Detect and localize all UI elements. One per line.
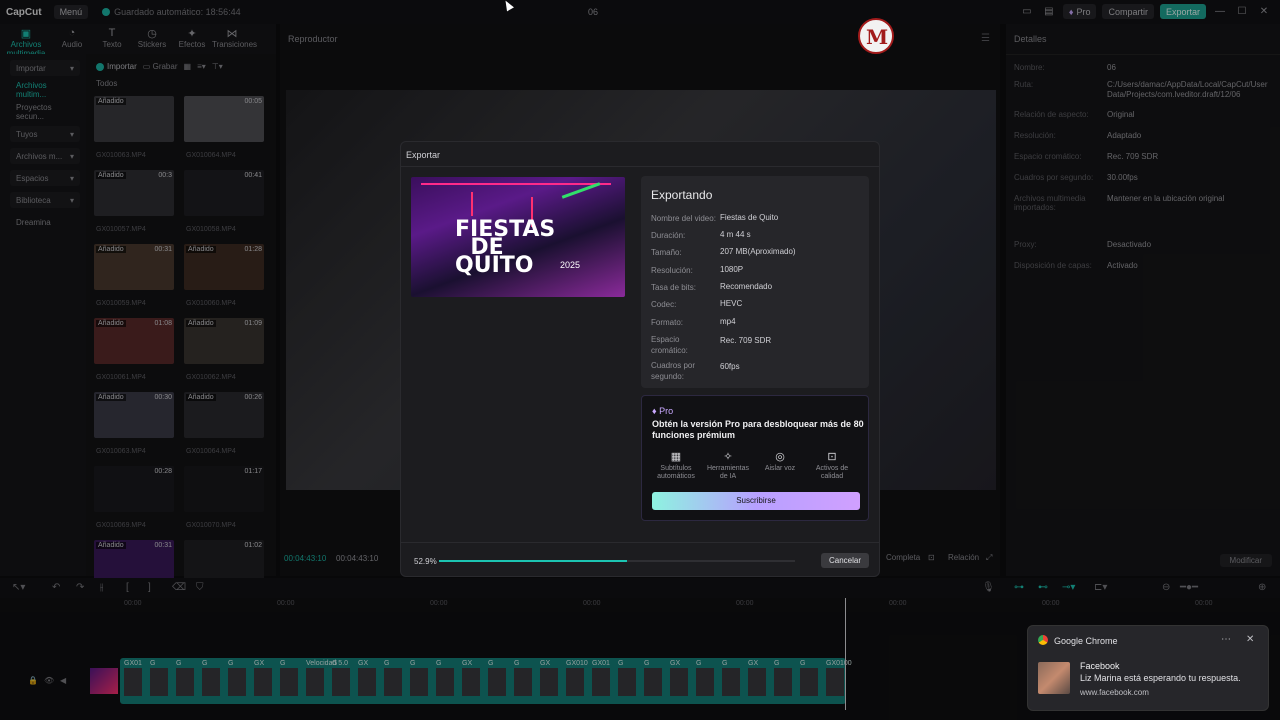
export-info-label: Tasa de bits: <box>651 283 696 292</box>
notification-app: Google Chrome <box>1054 636 1118 646</box>
export-progress-bar <box>439 560 795 562</box>
feature-label: Aislar voz <box>764 465 796 472</box>
pro-upsell-card: ♦ Pro Obtén la versión Pro para desbloqu… <box>641 395 869 521</box>
diamond-icon: ♦ <box>652 406 657 416</box>
export-info-label: Tamaño: <box>651 248 682 257</box>
export-progress-label: 52.9% <box>414 557 437 566</box>
export-info-value: 60fps <box>720 362 740 371</box>
export-info-value: Recomendado <box>720 282 773 291</box>
export-info-value: Fiestas de Quito <box>720 213 779 222</box>
export-info-value: 1080P <box>720 265 744 274</box>
export-info-label: Codec: <box>651 300 677 309</box>
feature-icon: ▦ <box>670 451 682 463</box>
feature-icon: ◎ <box>775 451 785 463</box>
export-info-label: Formato: <box>651 318 684 327</box>
export-preview-thumbnail: FIESTAS DE QUITO 2025 <box>411 177 625 297</box>
preview-year: 2025 <box>560 260 581 270</box>
preview-title: FIESTAS DE QUITO <box>455 217 556 278</box>
export-info-card: Exportando Nombre del video: Fiestas de Q… <box>641 176 869 388</box>
pro-tag: ♦ Pro <box>652 406 673 416</box>
export-info-value: 4 m 44 s <box>720 230 751 239</box>
cancel-button[interactable]: Cancelar <box>821 553 869 568</box>
export-info-value: 207 MB(Aproximado) <box>720 247 796 256</box>
export-info-value: mp4 <box>720 317 736 326</box>
pro-heading: Obtén la versión Pro para desbloquear má… <box>652 419 864 440</box>
export-progress-fill <box>439 560 628 562</box>
feature-icon: ✧ <box>723 451 733 463</box>
pro-tag-label: Pro <box>659 406 674 416</box>
more-options-icon[interactable]: ⋯ <box>1221 634 1231 645</box>
export-info-label: Cuadros por segundo: <box>651 361 696 381</box>
pro-feature: ✧ Herramientas de IA <box>704 450 752 481</box>
pro-feature: ◎ Aislar voz <box>756 450 804 473</box>
export-dialog-title: Exportar <box>406 150 441 160</box>
notification-body: Liz Marina está esperando tu respuesta. <box>1080 673 1241 683</box>
neon-light <box>421 183 611 185</box>
notification-url: www.facebook.com <box>1080 688 1149 697</box>
export-info-label: Duración: <box>651 231 686 240</box>
feature-icon: ⊡ <box>827 451 837 463</box>
feature-label: Herramientas de IA <box>706 465 749 480</box>
close-icon[interactable]: ✕ <box>1246 634 1254 645</box>
dialog-footer-divider <box>401 542 879 543</box>
feature-label: Subtítulos automáticos <box>657 465 695 480</box>
export-info-label: Nombre del video: <box>651 214 716 223</box>
export-info-label: Resolución: <box>651 266 693 275</box>
notification-title: Facebook <box>1080 661 1120 671</box>
chrome-icon <box>1038 635 1048 645</box>
export-info-value: Rec. 709 SDR <box>720 336 772 345</box>
chrome-notification[interactable]: Google Chrome ⋯ ✕ Facebook Liz Marina es… <box>1027 625 1269 711</box>
notification-thumbnail <box>1038 662 1070 694</box>
feature-label: Activos de calidad <box>815 465 849 480</box>
subscribe-button[interactable]: Suscribirse <box>652 492 860 510</box>
exporting-heading: Exportando <box>651 188 713 202</box>
dialog-divider <box>401 166 879 167</box>
pro-feature: ⊡ Activos de calidad <box>808 450 856 481</box>
neon-light <box>471 192 473 216</box>
export-dialog: Exportar FIESTAS DE QUITO 2025 Exportando… <box>400 141 880 577</box>
pro-feature: ▦ Subtítulos automáticos <box>652 450 700 481</box>
export-info-value: HEVC <box>720 299 743 308</box>
export-info-label: Espacio cromático: <box>651 335 688 355</box>
channel-watermark-logo: M <box>858 18 894 54</box>
